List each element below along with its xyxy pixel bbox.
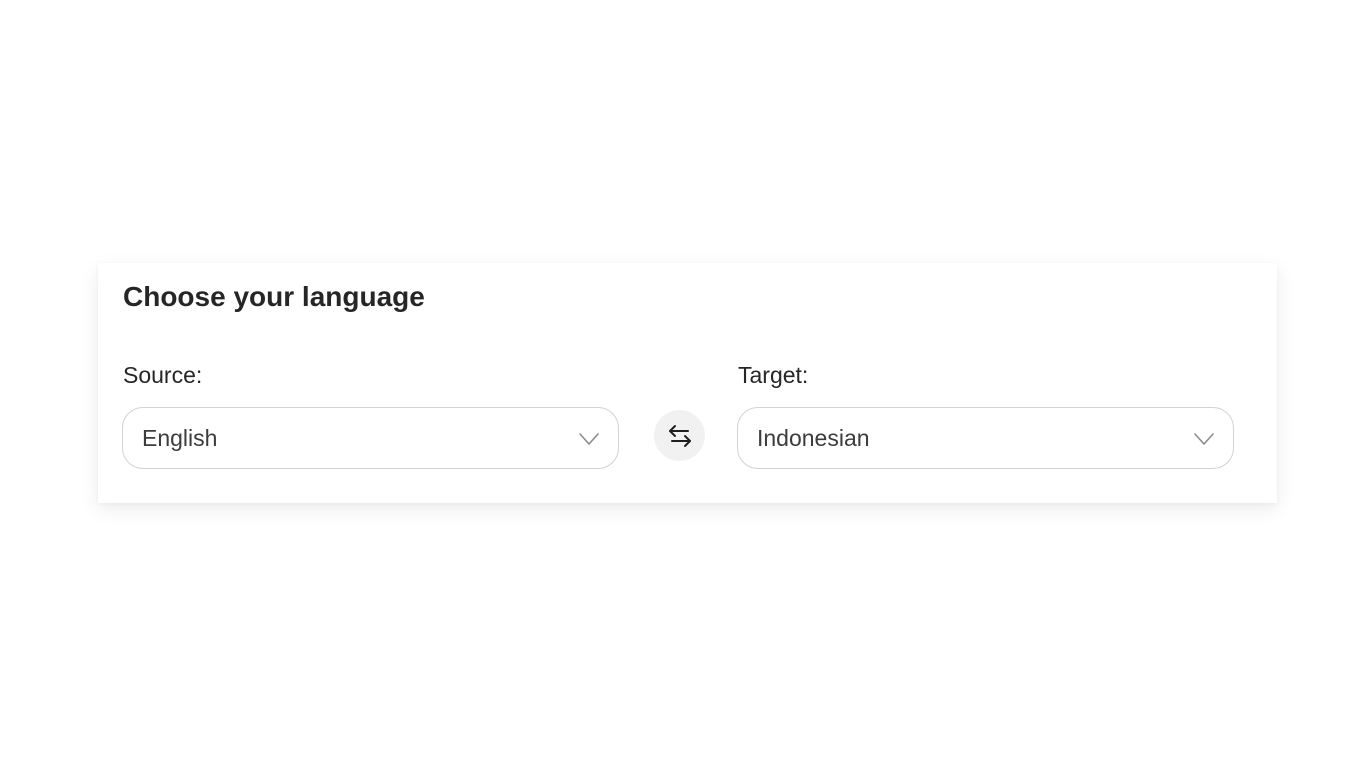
language-picker-card: Choose your language Source: Target: Eng… — [98, 263, 1277, 503]
chevron-down-icon — [1194, 433, 1214, 445]
source-language-value: English — [142, 425, 218, 451]
source-language-select[interactable]: English — [122, 407, 619, 469]
page-title: Choose your language — [123, 281, 425, 312]
swap-languages-button[interactable] — [654, 410, 705, 461]
target-language-select[interactable]: Indonesian — [737, 407, 1234, 469]
source-label: Source: — [123, 362, 203, 388]
target-language-value: Indonesian — [757, 425, 870, 451]
swap-arrows-icon — [669, 425, 691, 447]
chevron-down-icon — [579, 433, 599, 445]
target-label: Target: — [738, 362, 809, 388]
